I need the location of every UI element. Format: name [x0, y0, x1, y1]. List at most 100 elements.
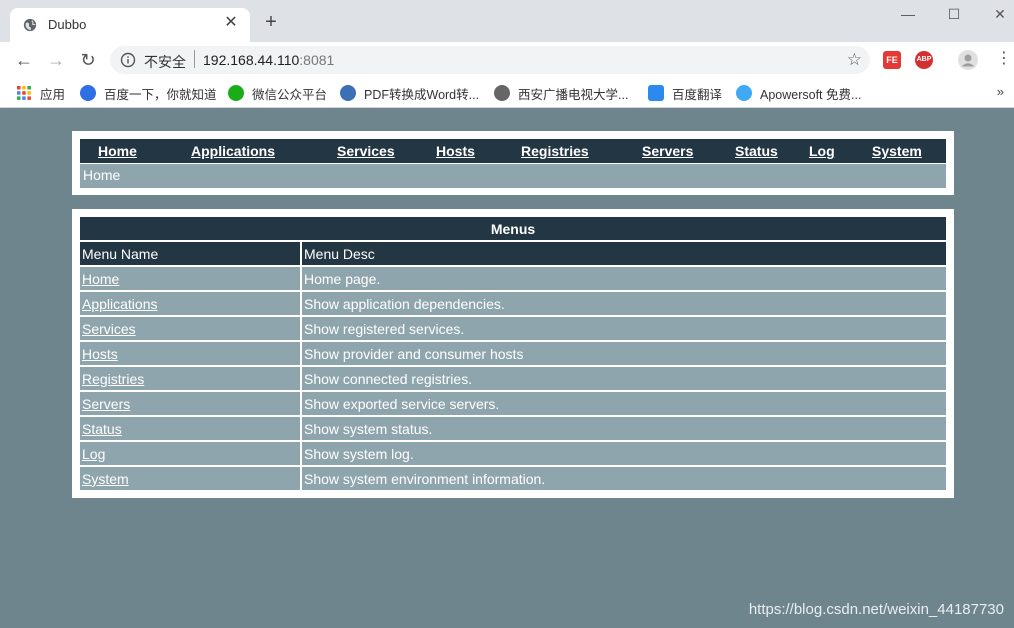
globe-icon [494, 85, 510, 101]
adblock-plus-icon[interactable]: ABP [915, 51, 933, 69]
bookmarks-bar: 应用 百度一下，你就知道 微信公众平台 PDF转换成Word转... 西安广播电… [0, 78, 1014, 108]
maximize-window-button[interactable]: ☐ [944, 4, 964, 24]
reload-button[interactable]: ↻ [76, 48, 100, 72]
minimize-window-button[interactable]: — [898, 4, 918, 24]
bookmark-apps[interactable]: 应用 [16, 84, 65, 102]
table-row: Services Show registered services. [80, 315, 946, 342]
baidu-paw-icon [80, 85, 96, 101]
menu-desc-cell: Show application dependencies. [301, 290, 946, 317]
url-host: 192.168.44.110 [203, 52, 300, 68]
forward-button[interactable]: → [44, 48, 68, 72]
bookmark-label: 应用 [40, 87, 66, 102]
menu-link-home[interactable]: Home [82, 271, 119, 287]
profile-avatar-icon[interactable] [958, 50, 978, 70]
bookmark-label: Apowersoft 免费... [760, 87, 862, 102]
column-header-menu-desc: Menu Desc [301, 240, 946, 267]
bookmark-wechat[interactable]: 微信公众平台 [228, 84, 327, 102]
bookmark-baidu[interactable]: 百度一下，你就知道 [80, 84, 217, 102]
menu-name-cell: Log [80, 440, 302, 467]
watermark-text: https://blog.csdn.net/weixin_44187730 [748, 601, 1004, 618]
menus-table: Menus Menu Name Menu Desc Home Home page.… [80, 217, 946, 492]
menu-link-servers[interactable]: Servers [82, 396, 130, 412]
menu-link-applications[interactable]: Applications [82, 296, 158, 312]
menu-name-cell: System [80, 465, 302, 492]
nav-link-hosts[interactable]: Hosts [436, 143, 475, 159]
url-port: :8081 [299, 52, 335, 68]
bookmark-label: 百度翻译 [672, 87, 723, 102]
table-row: Log Show system log. [80, 440, 946, 467]
bookmark-label: 微信公众平台 [252, 87, 328, 102]
table-row: Applications Show application dependencie… [80, 290, 946, 317]
url-text[interactable]: 192.168.44.110:8081 [203, 52, 334, 68]
browser-menu-icon[interactable]: ⋮ [996, 50, 1012, 68]
nav-link-services[interactable]: Services [337, 143, 395, 159]
table-row: Registries Show connected registries. [80, 365, 946, 392]
menu-name-cell: Servers [80, 390, 302, 417]
menu-link-registries[interactable]: Registries [82, 371, 144, 387]
menu-desc-cell: Show system status. [301, 415, 946, 442]
insecure-label: 不安全 [144, 54, 186, 70]
nav-link-applications[interactable]: Applications [191, 143, 275, 159]
close-tab-icon[interactable]: ✕ [222, 14, 240, 32]
bookmark-apowersoft[interactable]: Apowersoft 免费... [736, 84, 861, 102]
table-row: System Show system environment informatio… [80, 465, 946, 492]
main-navbar: Home Applications Services Hosts Registr… [80, 139, 946, 163]
table-row: Hosts Show provider and consumer hosts [80, 340, 946, 367]
table-row: Home Home page. [80, 265, 946, 292]
top-navigation-panel: Home Applications Services Hosts Registr… [72, 131, 954, 195]
menu-name-cell: Home [80, 265, 302, 292]
close-window-button[interactable]: ✕ [990, 4, 1010, 24]
menu-desc-cell: Show provider and consumer hosts [301, 340, 946, 367]
table-row: Servers Show exported service servers. [80, 390, 946, 417]
menu-name-cell: Applications [80, 290, 302, 317]
menu-name-cell: Services [80, 315, 302, 342]
url-separator [194, 50, 195, 68]
nav-link-log[interactable]: Log [809, 143, 835, 159]
nav-link-system[interactable]: System [872, 143, 922, 159]
new-tab-button[interactable]: + [262, 12, 280, 32]
browser-tab[interactable]: Dubbo ✕ [10, 8, 250, 42]
menu-name-cell: Status [80, 415, 302, 442]
nav-link-status[interactable]: Status [735, 143, 778, 159]
bookmark-pdf-to-word[interactable]: PDF转换成Word转... [340, 84, 479, 102]
back-button[interactable]: ← [12, 48, 36, 72]
menus-table-title: Menus [80, 217, 946, 242]
nav-link-servers[interactable]: Servers [642, 143, 693, 159]
more-bookmarks-icon[interactable]: » [997, 84, 1004, 99]
globe-icon [23, 18, 37, 32]
nav-link-registries[interactable]: Registries [521, 143, 589, 159]
apowersoft-play-icon [736, 85, 752, 101]
breadcrumb: Home [80, 164, 946, 188]
menu-desc-cell: Show connected registries. [301, 365, 946, 392]
table-header-row: Menu Name Menu Desc [80, 240, 946, 267]
bookmark-baidu-translate[interactable]: 百度翻译 [648, 84, 722, 102]
table-row: Status Show system status. [80, 415, 946, 442]
menu-link-services[interactable]: Services [82, 321, 136, 337]
column-header-menu-name: Menu Name [80, 240, 302, 267]
info-icon[interactable] [120, 52, 136, 68]
menu-link-hosts[interactable]: Hosts [82, 346, 118, 362]
menu-name-cell: Hosts [80, 340, 302, 367]
browser-toolbar: ← → ↻ 不安全 192.168.44.110:8081 ☆ FE ABP ⋮ [0, 42, 1014, 78]
translate-icon [648, 85, 664, 101]
bookmark-star-icon[interactable]: ☆ [847, 50, 862, 70]
menu-desc-cell: Home page. [301, 265, 946, 292]
wechat-icon [228, 85, 244, 101]
menu-desc-cell: Show system environment information. [301, 465, 946, 492]
bookmark-label: 西安广播电视大学... [518, 87, 629, 102]
menu-link-status[interactable]: Status [82, 421, 122, 437]
tab-title: Dubbo [48, 17, 87, 32]
menu-desc-cell: Show system log. [301, 440, 946, 467]
nav-link-home[interactable]: Home [98, 143, 137, 159]
fe-extension-icon[interactable]: FE [883, 51, 901, 69]
menu-link-log[interactable]: Log [82, 446, 105, 462]
browser-tab-strip: Dubbo ✕ + — ☐ ✕ [0, 0, 1014, 42]
menu-link-system[interactable]: System [82, 471, 129, 487]
bookmark-xian-tv-university[interactable]: 西安广播电视大学... [494, 84, 628, 102]
menu-desc-cell: Show exported service servers. [301, 390, 946, 417]
menu-name-cell: Registries [80, 365, 302, 392]
address-bar[interactable]: 不安全 192.168.44.110:8081 ☆ [110, 46, 870, 74]
bookmark-label: 百度一下，你就知道 [104, 87, 217, 102]
page-content: Home Applications Services Hosts Registr… [0, 109, 1014, 628]
bookmark-label: PDF转换成Word转... [364, 87, 480, 102]
